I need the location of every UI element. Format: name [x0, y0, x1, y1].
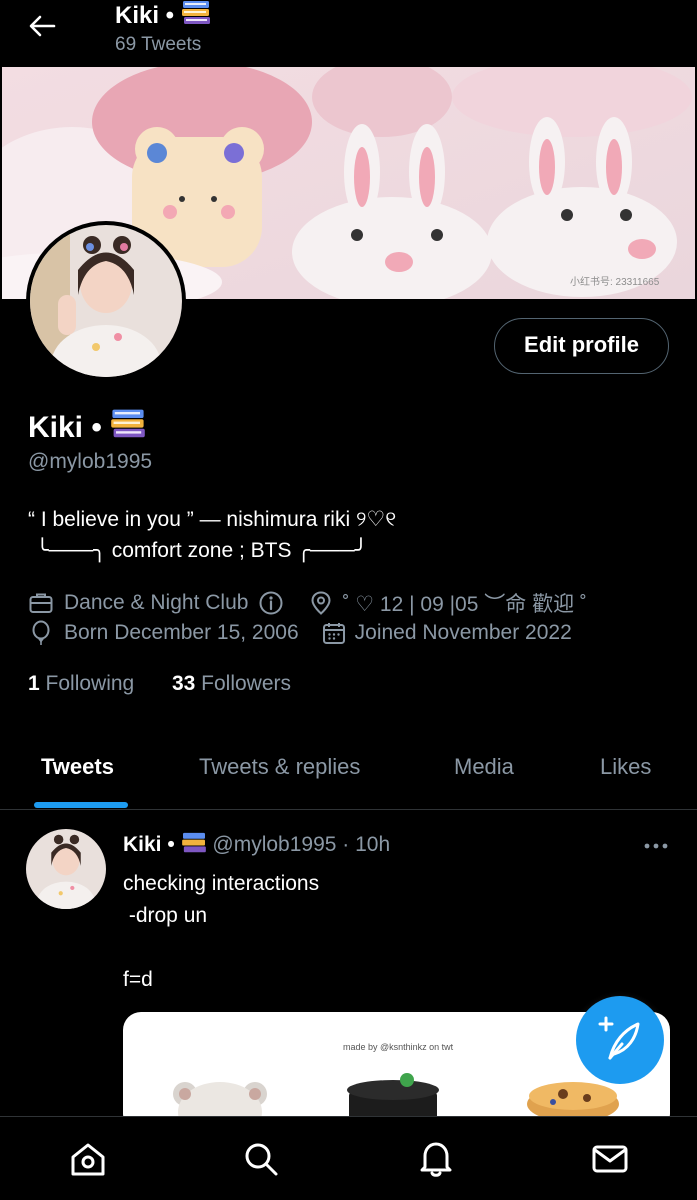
- compose-tweet-button[interactable]: [576, 996, 664, 1084]
- following-count: 1: [28, 672, 40, 695]
- bottom-navigation: [0, 1116, 697, 1200]
- profile-tabs: Tweets Tweets & replies Media Likes: [0, 740, 697, 810]
- follow-stats: 1 Following 33 Followers: [28, 672, 291, 696]
- notifications-icon: [420, 1142, 452, 1177]
- tweet-author-name[interactable]: Kiki •: [123, 833, 175, 856]
- tweet-avatar[interactable]: [26, 829, 106, 909]
- followers-count: 33: [171, 672, 196, 695]
- profile-birthday: Born December 15, 2006: [64, 621, 299, 644]
- balloon-icon: [32, 620, 50, 645]
- profile-page: Kiki • 69 Tweets 小红书号: 23311665 Edit pro…: [0, 0, 697, 1200]
- top-bar: Kiki • 69 Tweets: [0, 0, 697, 66]
- profile-meta-row-1: Dance & Night Club ˚ ♡ 12 | 09 |05 ︶命 歡迎…: [28, 588, 587, 618]
- bio-line-1: “ I believe in you ” — nishimura riki ୨♡…: [28, 508, 397, 531]
- header-title: Kiki •: [115, 0, 211, 30]
- tweet-text: checking interactions -drop un f=d: [123, 872, 320, 991]
- nav-notifications-button[interactable]: [416, 1139, 456, 1179]
- banner-watermark: 小红书号: 23311665: [570, 275, 660, 288]
- edit-profile-button[interactable]: Edit profile: [494, 318, 669, 374]
- tab-media[interactable]: Media: [454, 754, 514, 780]
- profile-handle: @mylob1995: [28, 450, 153, 473]
- bio-line-2-text: comfort zone ; BTS: [105, 539, 298, 562]
- back-arrow-icon: [29, 15, 56, 37]
- nav-search-button[interactable]: [241, 1139, 281, 1179]
- following-link[interactable]: 1 Following: [28, 672, 134, 695]
- profile-name-text: Kiki •: [28, 411, 102, 444]
- profile-name: Kiki •: [28, 408, 146, 445]
- books-emoji-icon: [111, 409, 146, 438]
- profile-avatar[interactable]: [26, 221, 186, 381]
- back-button[interactable]: [22, 6, 62, 46]
- search-icon: [245, 1143, 278, 1176]
- bio-decoration-right: ╭───╯: [297, 539, 368, 562]
- nav-home-button[interactable]: [68, 1139, 108, 1179]
- profile-category: Dance & Night Club: [64, 591, 249, 614]
- books-emoji-icon: [181, 1, 210, 24]
- compose-feather-icon: [598, 1016, 640, 1060]
- books-emoji-icon: [181, 832, 206, 853]
- tab-likes[interactable]: Likes: [600, 754, 651, 780]
- avatar-image: [30, 225, 182, 377]
- info-icon[interactable]: [258, 590, 284, 616]
- briefcase-icon: [29, 593, 53, 613]
- bio-line-2: ╰───╮ comfort zone ; BTS ╭───╯: [36, 538, 367, 563]
- followers-link[interactable]: 33 Followers: [172, 672, 291, 695]
- messages-icon: [592, 1145, 628, 1173]
- tweet-count: 69 Tweets: [115, 34, 202, 55]
- tweet-author-handle[interactable]: @mylob1995: [212, 833, 336, 856]
- home-icon: [71, 1143, 105, 1176]
- profile-meta-row-2: Born December 15, 2006 Joined November 2…: [28, 620, 572, 646]
- tweet-time[interactable]: · 10h: [342, 833, 390, 856]
- active-tab-indicator: [34, 802, 128, 808]
- tweet-avatar-image: [26, 829, 106, 909]
- location-icon: [311, 591, 331, 615]
- more-dots-icon: [644, 843, 668, 849]
- header-name: Kiki •: [115, 2, 175, 29]
- calendar-icon: [322, 623, 345, 644]
- nav-messages-button[interactable]: [590, 1139, 630, 1179]
- followers-label: Followers: [201, 672, 291, 695]
- tab-tweets-replies[interactable]: Tweets & replies: [199, 754, 360, 780]
- profile-location: ˚ ♡ 12 | 09 |05 ︶命 歡迎 ˚: [342, 593, 587, 616]
- profile-joined: Joined November 2022: [354, 621, 572, 644]
- following-label: Following: [45, 672, 135, 695]
- tweet-more-button[interactable]: [642, 834, 670, 858]
- bio-decoration-left: ╰───╮: [36, 539, 106, 562]
- tab-tweets[interactable]: Tweets: [41, 754, 114, 780]
- tweet-header: Kiki • @mylob1995 · 10h: [123, 832, 390, 857]
